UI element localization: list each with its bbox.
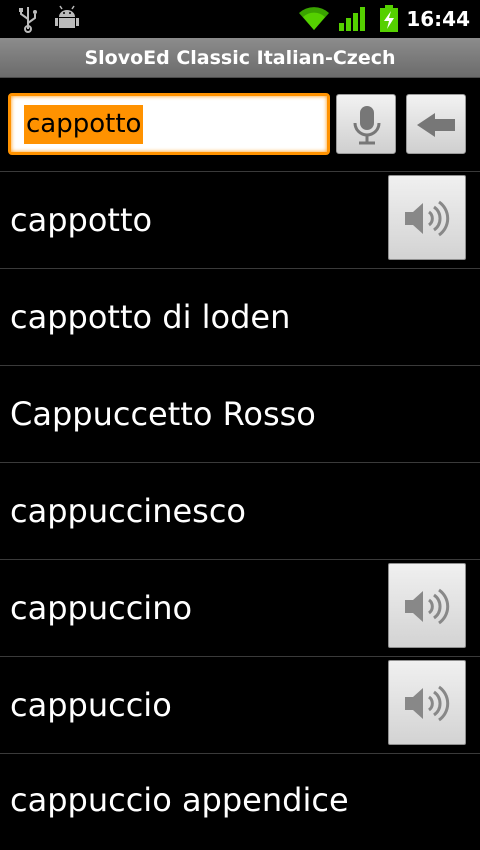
app-title: SlovoEd Classic Italian-Czech <box>84 47 396 69</box>
app-title-bar: SlovoEd Classic Italian-Czech <box>0 38 480 78</box>
usb-icon <box>19 7 37 33</box>
list-item-label: cappotto <box>10 201 153 239</box>
list-item[interactable]: cappuccinesco <box>0 462 480 559</box>
list-item[interactable]: cappuccino <box>0 559 480 656</box>
wifi-icon <box>299 7 329 31</box>
microphone-icon <box>353 106 381 145</box>
speaker-icon <box>405 588 450 625</box>
list-item[interactable]: cappuccio appendice <box>0 753 480 850</box>
android-debug-icon <box>55 5 79 28</box>
signal-icon <box>339 7 365 31</box>
pronunciation-button[interactable] <box>388 660 466 745</box>
search-area: cappotto <box>0 78 480 171</box>
pronunciation-button[interactable] <box>388 175 466 260</box>
list-item-label: cappuccio appendice <box>10 781 349 819</box>
results-list: cappotto cappotto di loden Cappuccetto R… <box>0 171 480 850</box>
list-item[interactable]: cappuccio <box>0 656 480 753</box>
list-item-label: Cappuccetto Rosso <box>10 395 316 433</box>
speaker-icon <box>405 685 450 722</box>
search-input[interactable]: cappotto <box>8 93 330 155</box>
list-item[interactable]: Cappuccetto Rosso <box>0 365 480 462</box>
list-item-label: cappuccio <box>10 686 172 724</box>
backspace-arrow-icon <box>417 113 455 137</box>
list-item-label: cappuccino <box>10 589 193 627</box>
pronunciation-button[interactable] <box>388 563 466 648</box>
battery-charging-icon <box>380 5 398 32</box>
clear-input-button[interactable] <box>406 94 466 154</box>
clock: 16:44 <box>406 7 470 31</box>
status-bar: 16:44 <box>0 0 480 38</box>
list-item[interactable]: cappotto di loden <box>0 268 480 365</box>
list-item-label: cappuccinesco <box>10 492 246 530</box>
speaker-icon <box>405 200 450 237</box>
list-item[interactable]: cappotto <box>0 171 480 268</box>
list-item-label: cappotto di loden <box>10 298 291 336</box>
voice-search-button[interactable] <box>336 94 396 154</box>
search-input-text: cappotto <box>24 105 144 144</box>
